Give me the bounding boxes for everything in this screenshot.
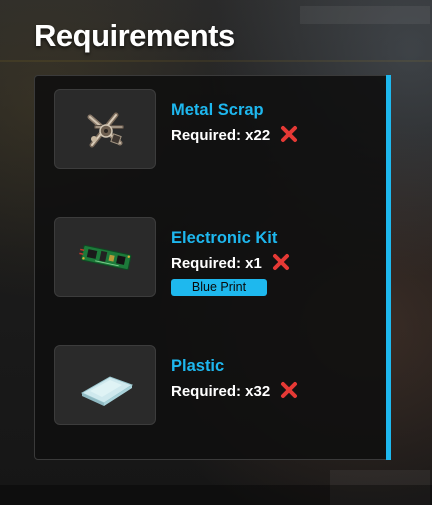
- item-name: Electronic Kit: [171, 229, 278, 247]
- background-scene: [0, 60, 432, 62]
- plastic-sheet-icon: [80, 376, 134, 406]
- required-quantity: Required: x1: [171, 255, 262, 272]
- crafting-requirements-screen: Requirements Metal Scrap Required: x22 E…: [0, 0, 432, 505]
- cross-mark-icon: [281, 126, 298, 142]
- item-name: Metal Scrap: [171, 101, 264, 119]
- item-requirement: Required: x32: [171, 381, 298, 400]
- circuit-board-icon: [79, 244, 132, 271]
- requirement-item-metal-scrap: Metal Scrap Required: x22: [54, 89, 374, 169]
- background-scene: [300, 6, 430, 24]
- requirement-item-electronic-kit: Electronic Kit Required: x1 Blue Print: [54, 217, 374, 297]
- item-thumbnail: [54, 217, 156, 297]
- cross-mark-icon: [281, 382, 298, 398]
- item-requirement: Required: x1: [171, 253, 290, 272]
- item-requirement: Required: x22: [171, 125, 298, 144]
- required-quantity: Required: x22: [171, 127, 271, 144]
- metal-scrap-icon: [87, 112, 124, 148]
- required-quantity: Required: x32: [171, 383, 271, 400]
- item-name: Plastic: [171, 357, 225, 375]
- requirement-item-plastic: Plastic Required: x32: [54, 345, 374, 425]
- item-thumbnail: [54, 89, 156, 169]
- page-title: Requirements: [34, 18, 235, 53]
- scrollbar[interactable]: [386, 75, 391, 460]
- background-scene: [0, 485, 432, 505]
- scrollbar-thumb[interactable]: [386, 75, 391, 460]
- cross-mark-icon: [273, 254, 290, 270]
- item-thumbnail: [54, 345, 156, 425]
- blueprint-badge: Blue Print: [171, 279, 267, 296]
